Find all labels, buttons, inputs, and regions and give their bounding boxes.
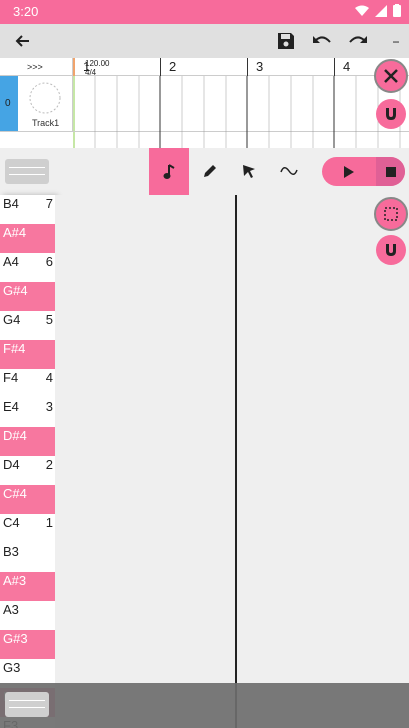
cursor-icon [243, 165, 255, 178]
piano-key[interactable]: B4 7 [0, 195, 55, 224]
piano-key-label: G#4 [3, 283, 28, 298]
piano-key[interactable]: C#4 [0, 485, 55, 514]
magnet-icon [386, 108, 396, 120]
top-toolbar [0, 24, 409, 58]
status-bar: 3:20 [0, 0, 409, 24]
piano-key-label: G4 [3, 312, 21, 327]
piano-key[interactable]: B3 [0, 543, 55, 572]
piano-key[interactable]: A3 [0, 601, 55, 630]
pencil-icon [204, 165, 216, 177]
piano-key[interactable]: G#4 [0, 282, 55, 311]
piano-key[interactable]: D4 2 [0, 456, 55, 485]
piano-key-number: 3 [45, 399, 53, 414]
tools-button[interactable] [374, 59, 408, 93]
note-grid[interactable] [55, 195, 409, 728]
piano-key-label: A3 [3, 602, 19, 617]
piano-key-label: A#4 [3, 225, 27, 240]
piano-key-label: D#4 [3, 428, 27, 443]
curve-mode-button[interactable] [277, 159, 301, 183]
select-mode-button[interactable] [237, 159, 261, 183]
signal-icon [375, 4, 387, 17]
playhead-marker[interactable] [73, 58, 75, 76]
keyboard-toggle-button[interactable] [5, 159, 49, 184]
piano-key-number: 2 [45, 457, 53, 472]
battery-icon [393, 4, 401, 17]
ruler-bar-line [247, 58, 248, 76]
piano-key-label: A#3 [3, 573, 27, 588]
track-grid [94, 76, 401, 148]
piano-key-label: C4 [3, 515, 20, 530]
bar-number-3: 3 [256, 59, 264, 74]
piano-key-number: 7 [45, 196, 53, 211]
selection-tool-button[interactable] [374, 197, 408, 231]
expand-tracks-button[interactable]: >>> [27, 62, 43, 72]
play-icon [344, 165, 354, 178]
piano-key[interactable]: G4 5 [0, 311, 55, 340]
piano-key-label: A4 [3, 254, 19, 269]
piano-key[interactable]: A#4 [0, 224, 55, 253]
piano-key-label: F4 [3, 370, 19, 385]
piano-key-number: 6 [45, 254, 53, 269]
piano-key-label: F#4 [3, 341, 26, 356]
piano-key-number: 1 [45, 515, 53, 530]
grid-snap-button[interactable] [376, 235, 406, 265]
handle-line [9, 167, 45, 168]
bottom-panel [0, 683, 409, 728]
music-note-icon [163, 163, 175, 179]
piano-key[interactable]: E4 3 [0, 398, 55, 427]
piano-key[interactable]: D#4 [0, 427, 55, 456]
timeline-ruler[interactable]: >>> 120.00 4/4 1 2 3 4 [0, 58, 409, 77]
piano-key-label: D4 [3, 457, 20, 472]
status-time: 3:20 [13, 4, 39, 19]
back-arrow-icon[interactable] [10, 29, 34, 53]
piano-key-label: E4 [3, 399, 19, 414]
wave-icon [280, 167, 298, 175]
stop-icon [385, 166, 396, 177]
bar-number-4: 4 [343, 59, 351, 74]
piano-key-label: B4 [3, 196, 19, 211]
dashed-square-icon [384, 207, 398, 221]
bar-number-1: 1 [83, 59, 91, 74]
ruler-bar-line [160, 58, 161, 76]
piano-key-number: 5 [45, 312, 53, 327]
tools-icon [384, 69, 398, 83]
ruler-bar-line [334, 58, 335, 76]
piano-key[interactable]: F#4 [0, 340, 55, 369]
piano-key[interactable]: A#3 [0, 572, 55, 601]
track-snap-button[interactable] [376, 99, 406, 129]
wifi-icon [355, 5, 369, 16]
stop-button[interactable] [376, 157, 405, 186]
bar-number-2: 2 [169, 59, 177, 74]
redo-icon[interactable] [346, 29, 370, 53]
piano-key-label: B3 [3, 544, 19, 559]
handle-line [9, 707, 45, 708]
piano-key[interactable]: A4 6 [0, 253, 55, 282]
piano-key[interactable]: C4 1 [0, 514, 55, 543]
mode-bar [0, 148, 409, 195]
piano-key-label: G3 [3, 660, 21, 675]
save-icon[interactable] [274, 29, 298, 53]
handle-line [9, 174, 45, 175]
note-mode-button[interactable] [149, 148, 189, 195]
track-area[interactable]: 0 Track1 [0, 76, 409, 148]
undo-icon[interactable] [310, 29, 334, 53]
handle-line [9, 700, 45, 701]
magnet-icon [386, 244, 396, 256]
piano-key-label: G#3 [3, 631, 28, 646]
piano-keyboard[interactable]: B4 7 A#4 A4 6 G#4 G4 5 F#4 F4 4 E4 3 D#4 D4 2 C#4 C4 1 B3 A#… [0, 195, 55, 728]
bottom-panel-handle[interactable] [5, 692, 49, 717]
piano-key[interactable]: G#3 [0, 630, 55, 659]
piano-key[interactable]: F4 4 [0, 369, 55, 398]
status-icons [355, 4, 401, 17]
play-button[interactable] [322, 157, 376, 186]
grid-bar-line [235, 195, 237, 728]
more-icon[interactable] [384, 29, 408, 53]
transport-pill [322, 157, 405, 186]
piano-key-label: C#4 [3, 486, 27, 501]
pencil-mode-button[interactable] [198, 159, 222, 183]
piano-key-number: 4 [45, 370, 53, 385]
